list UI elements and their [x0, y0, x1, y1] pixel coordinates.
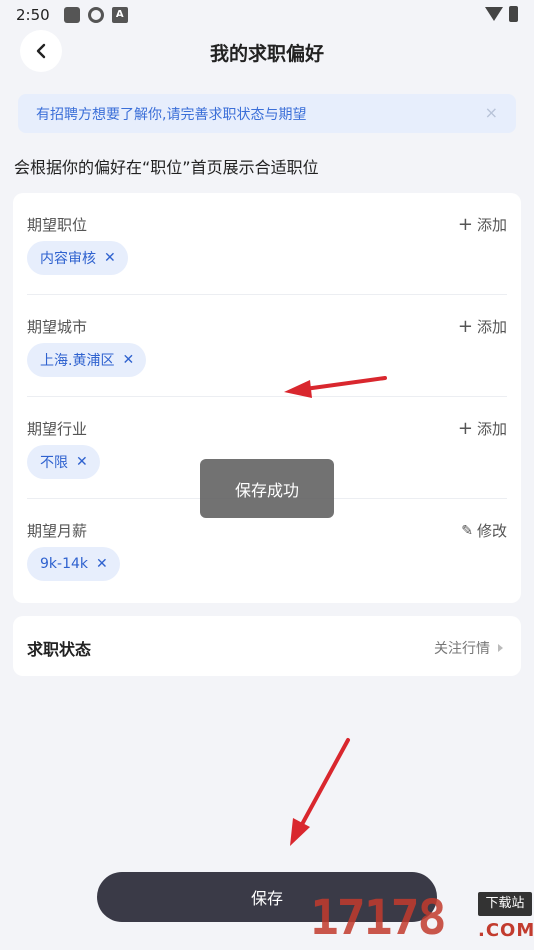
action-label: 修改 — [476, 522, 507, 540]
action-label: 添加 — [476, 318, 507, 336]
job-status-row[interactable]: 求职状态 关注行情 — [13, 616, 521, 676]
back-button[interactable] — [20, 30, 62, 72]
status-time: 2:50 — [16, 6, 50, 24]
action-label: 添加 — [476, 216, 507, 234]
close-icon[interactable]: × — [485, 103, 498, 122]
section-label: 期望月薪 — [27, 522, 88, 540]
remove-tag-icon[interactable]: ✕ — [104, 250, 116, 266]
a-app-icon: A — [111, 7, 128, 23]
tag-label: 内容审核 — [40, 251, 96, 267]
notice-text: 有招聘方想要了解你,请完善求职状态与期望 — [36, 106, 307, 123]
remove-tag-icon[interactable]: ✕ — [122, 352, 134, 368]
section-expected-position: 期望职位 + 添加 内容审核 ✕ — [27, 193, 507, 295]
section-label: 期望城市 — [27, 318, 88, 336]
plus-icon: + — [457, 418, 473, 439]
battery-icon — [509, 6, 518, 22]
city-tag[interactable]: 上海.黄浦区 ✕ — [27, 343, 147, 377]
status-bar: 2:50 A — [0, 0, 534, 30]
job-status-text: 关注行情 — [434, 641, 490, 657]
salary-tag[interactable]: 9k-14k ✕ — [27, 547, 120, 581]
plus-icon: + — [457, 214, 473, 235]
job-status-label: 求职状态 — [27, 640, 92, 659]
arrow-to-save — [290, 738, 350, 846]
sync-icon — [87, 7, 104, 23]
add-city-button[interactable]: + 添加 — [458, 316, 507, 337]
action-label: 添加 — [476, 420, 507, 438]
tag-label: 不限 — [40, 455, 68, 471]
tag-label: 9k-14k — [40, 556, 88, 572]
industry-tag[interactable]: 不限 ✕ — [27, 445, 100, 479]
notice-banner: 有招聘方想要了解你,请完善求职状态与期望 × — [18, 94, 516, 133]
remove-tag-icon[interactable]: ✕ — [96, 556, 108, 572]
watermark-logo: 17178 下载站 .COM — [310, 888, 534, 948]
watermark-number: 17178 — [310, 890, 446, 946]
section-label: 期望职位 — [27, 216, 88, 234]
tag-label: 上海.黄浦区 — [40, 353, 115, 369]
preferences-card: 期望职位 + 添加 内容审核 ✕ 期望城市 + 添加 上海.黄浦区 ✕ 期望行业… — [13, 193, 521, 603]
edit-salary-button[interactable]: ✎ 修改 — [461, 520, 507, 541]
status-indicators — [485, 6, 518, 22]
preference-subtitle: 会根据你的偏好在“职位”首页展示合适职位 — [14, 158, 319, 177]
add-industry-button[interactable]: + 添加 — [458, 418, 507, 439]
plus-icon: + — [457, 316, 473, 337]
add-position-button[interactable]: + 添加 — [458, 214, 507, 235]
position-tag[interactable]: 内容审核 ✕ — [27, 241, 128, 275]
chevron-right-icon — [498, 644, 503, 652]
edit-icon: ✎ — [461, 522, 473, 539]
watermark-badge: 下载站 — [478, 892, 532, 916]
notification-icon — [63, 7, 80, 23]
page-title: 我的求职偏好 — [209, 42, 324, 65]
wifi-icon — [485, 7, 503, 21]
section-label: 期望行业 — [27, 420, 88, 438]
section-expected-city: 期望城市 + 添加 上海.黄浦区 ✕ — [27, 295, 507, 397]
header: 我的求职偏好 — [0, 30, 534, 74]
watermark-domain: .COM — [478, 920, 534, 941]
remove-tag-icon[interactable]: ✕ — [76, 454, 88, 470]
chevron-left-icon — [36, 43, 46, 59]
job-status-value: 关注行情 — [434, 638, 503, 658]
toast-message: 保存成功 — [200, 459, 334, 518]
